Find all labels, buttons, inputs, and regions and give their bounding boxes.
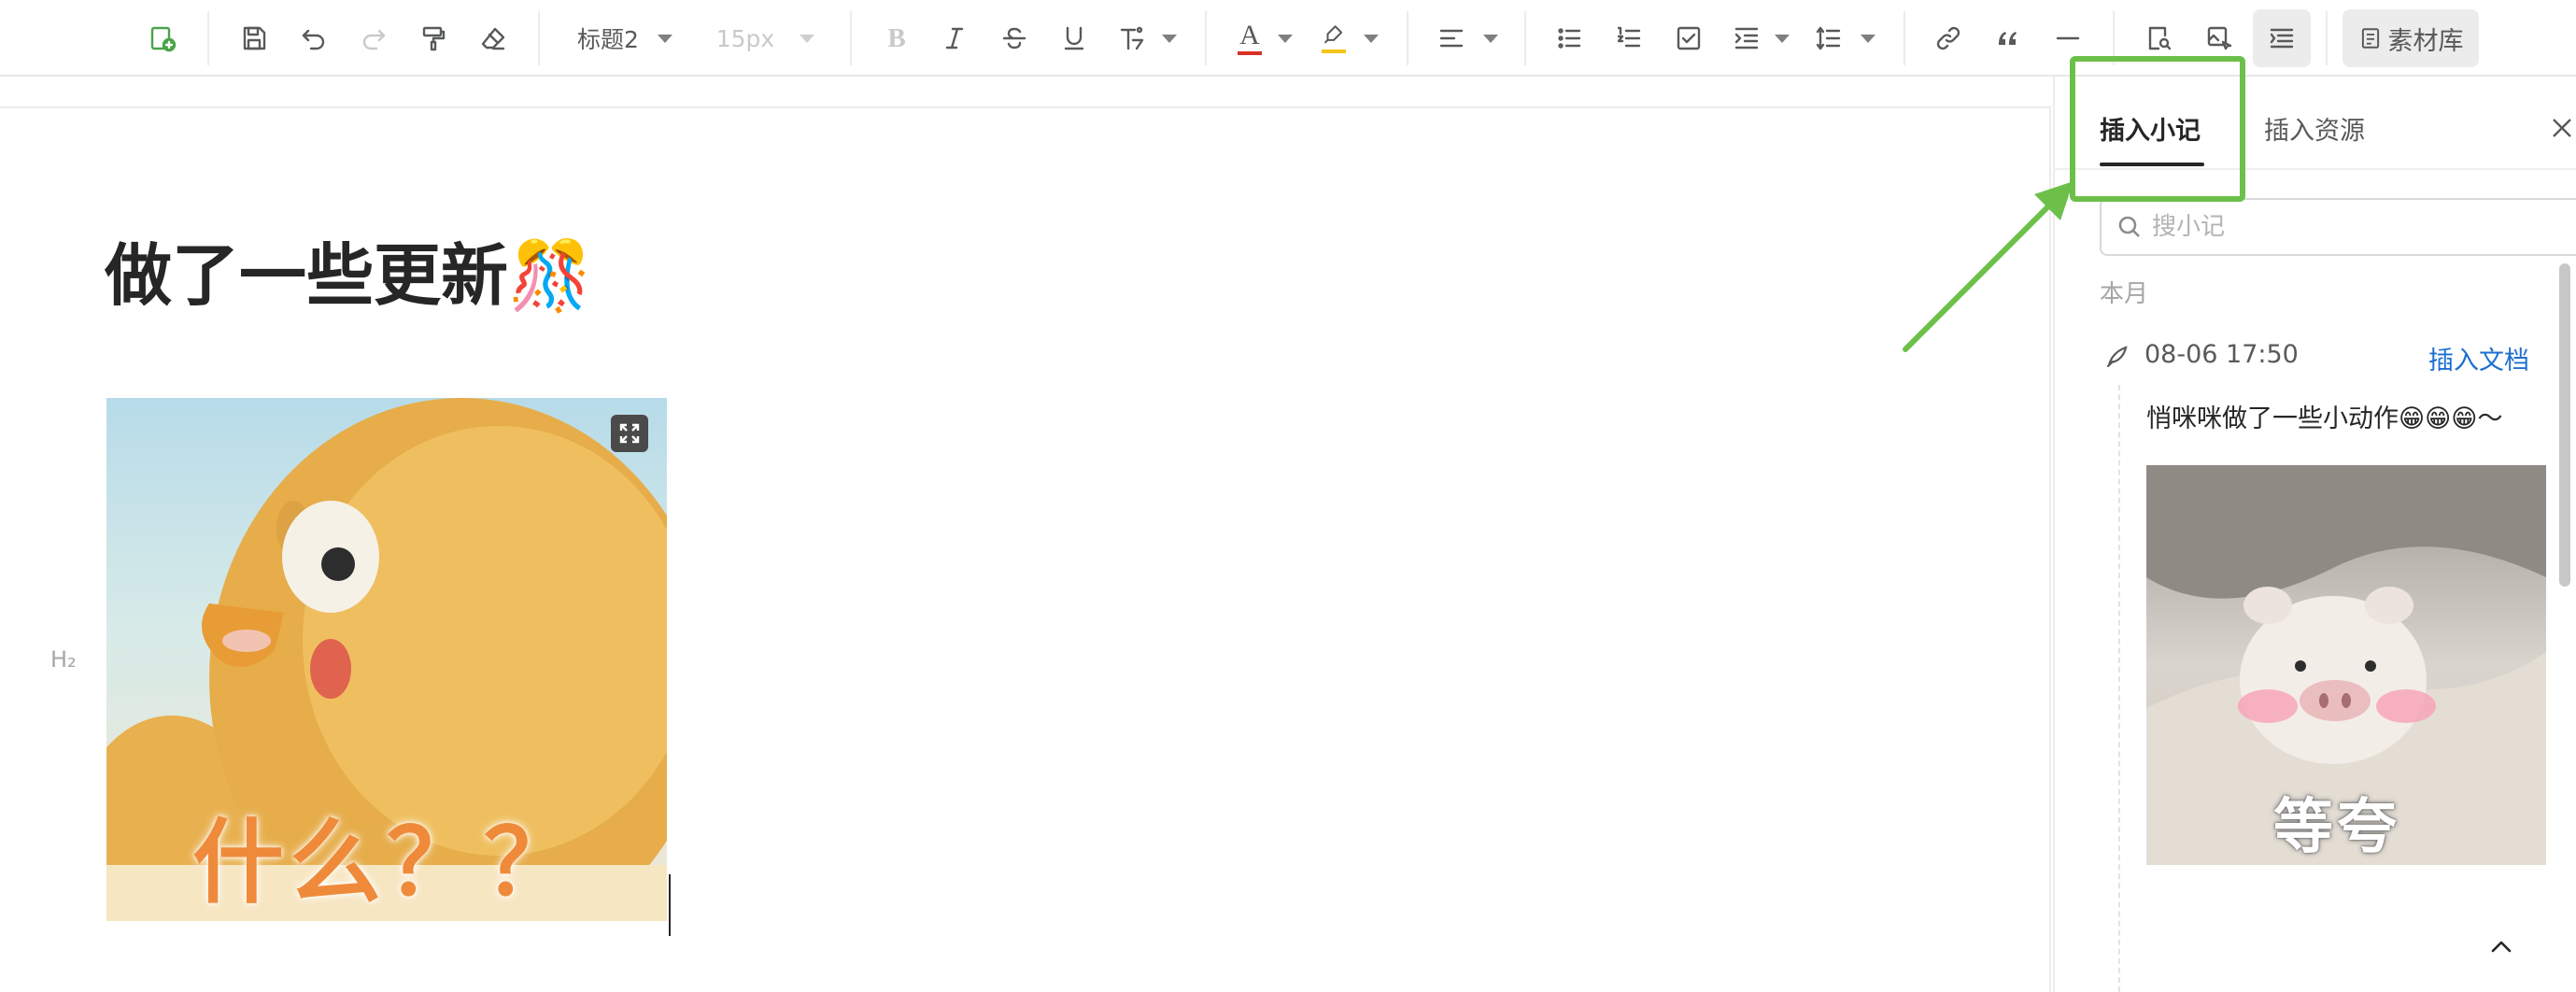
new-doc-icon[interactable] xyxy=(142,0,183,77)
numbered-list-icon[interactable] xyxy=(1608,0,1649,77)
font-size-select[interactable]: 15px xyxy=(706,0,785,77)
block-type-marker[interactable]: H₂ xyxy=(50,646,77,673)
align-left-icon[interactable] xyxy=(1431,0,1472,77)
image-caption: 什么？？ xyxy=(192,810,582,916)
feather-icon xyxy=(2103,342,2131,370)
italic-icon[interactable] xyxy=(934,0,975,77)
strikethrough-icon[interactable] xyxy=(994,0,1035,77)
redo-icon[interactable] xyxy=(353,0,394,77)
outline-toggle-button[interactable] xyxy=(2253,9,2311,67)
eraser-icon[interactable] xyxy=(473,0,514,77)
toolbar-separator xyxy=(1407,11,1408,65)
format-painter-icon[interactable] xyxy=(413,0,454,77)
checkbox-list-icon[interactable] xyxy=(1668,0,1709,77)
underline-icon[interactable] xyxy=(1054,0,1095,77)
annotation-arrow-icon xyxy=(1903,181,2074,352)
note-text: 悄咪咪做了一些小动作😁😁😁～ xyxy=(2146,404,2503,433)
materials-library-label: 素材库 xyxy=(2387,26,2464,56)
text-color-bar xyxy=(1238,51,1262,55)
line-height-icon[interactable] xyxy=(1808,0,1849,77)
close-panel-button[interactable] xyxy=(2548,114,2576,142)
inserted-image[interactable]: 什么？？ xyxy=(106,398,667,921)
document-title[interactable]: 做了一些更新🎊 xyxy=(105,234,592,318)
scroll-to-top-button[interactable] xyxy=(2484,930,2518,964)
materials-library-button[interactable]: 素材库 xyxy=(2342,9,2479,67)
highlight-color-bar xyxy=(1322,50,1346,53)
text-style-icon[interactable] xyxy=(1111,0,1153,77)
note-timeline xyxy=(2118,385,2120,992)
toolbar-separator xyxy=(850,11,852,65)
note-image[interactable]: 等夸 xyxy=(2146,465,2546,865)
chevron-down-icon[interactable] xyxy=(1861,0,1875,77)
expand-image-button[interactable] xyxy=(611,415,648,452)
toolbar-separator xyxy=(1205,11,1207,65)
chevron-down-icon[interactable] xyxy=(1278,0,1293,77)
text-color-label: A xyxy=(1239,20,1260,50)
section-label-this-month: 本月 xyxy=(2100,280,2149,308)
chevron-down-icon[interactable] xyxy=(658,0,672,77)
toolbar-separator xyxy=(1524,11,1526,65)
notes-search-input[interactable] xyxy=(2152,213,2563,241)
save-icon[interactable] xyxy=(234,0,275,77)
annotation-highlight-box xyxy=(2070,56,2245,202)
chevron-down-icon[interactable] xyxy=(1483,0,1498,77)
panel-scrollbar[interactable] xyxy=(2559,263,2570,587)
tab-insert-resources[interactable]: 插入资源 xyxy=(2264,110,2365,147)
chevron-down-icon[interactable] xyxy=(1162,0,1177,77)
note-image-caption: 等夸 xyxy=(2273,793,2400,862)
heading-select[interactable]: 标题2 xyxy=(566,0,650,77)
library-icon xyxy=(2361,28,2379,49)
chevron-up-icon xyxy=(2491,941,2512,953)
note-timestamp: 08-06 17:50 xyxy=(2144,340,2299,369)
expand-icon xyxy=(619,423,640,444)
text-cursor xyxy=(669,874,671,936)
bullet-list-icon[interactable] xyxy=(1549,0,1590,77)
chevron-down-icon[interactable] xyxy=(800,0,814,77)
notes-search-box[interactable] xyxy=(2100,198,2576,256)
toolbar-separator xyxy=(538,11,540,65)
insert-to-doc-link[interactable]: 插入文档 xyxy=(2428,340,2529,376)
chevron-down-icon[interactable] xyxy=(1364,0,1379,77)
bold-button[interactable]: B xyxy=(876,0,917,77)
indent-icon[interactable] xyxy=(1726,0,1767,77)
chevron-down-icon[interactable] xyxy=(1775,0,1790,77)
search-icon xyxy=(2118,216,2140,237)
toolbar-separator xyxy=(1904,11,1905,65)
text-color-button[interactable]: A xyxy=(1229,0,1270,77)
toolbar-separator xyxy=(2326,11,2328,65)
undo-icon[interactable] xyxy=(293,0,334,77)
highlight-color-button[interactable] xyxy=(1313,0,1354,77)
toolbar-separator xyxy=(207,11,209,65)
link-icon[interactable] xyxy=(1928,0,1969,77)
close-icon xyxy=(2553,119,2571,137)
quote-icon[interactable] xyxy=(1988,0,2029,77)
